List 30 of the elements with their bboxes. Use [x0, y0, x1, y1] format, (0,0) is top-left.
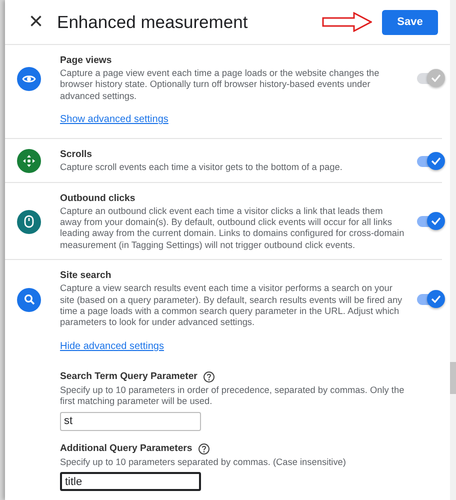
event-description: Capture an outbound click event each time a visitor clicks a link that leads them away from your domain(s). By default, outbound click events will occur for all links leading away from the current domain. Links to domains configured for cross-domain measurement (in Tagging Settings) will not trigger outbound click events. [60, 206, 405, 252]
search-icon [24, 294, 34, 306]
parameter-hint: Specify up to 10 parameters separated by commas. (Case insensitive) [60, 456, 347, 468]
parameter-label: Additional Query Parameters [60, 443, 192, 454]
mouse-icon [24, 215, 34, 228]
event-description: Capture scroll events each time a visitor gets to the bottom of a page. [60, 162, 344, 174]
help-icon[interactable] [203, 370, 216, 383]
check-icon [431, 217, 441, 226]
move-arrows-icon [23, 155, 35, 168]
parameter-hint: Specify up to 10 parameters in order of precedence, separated by commas. Only the first matching parameter will be used. [60, 384, 405, 408]
panel-title: Enhanced measurement [57, 12, 248, 32]
event-description: Capture a page view event each time a page loads or the website changes the browser history state. Optionally turn off browser history-based events under advanced settings. [60, 68, 380, 102]
save-button[interactable]: Save [382, 10, 438, 34]
close-button[interactable]: × [29, 10, 44, 34]
parameter-label: Search Term Query Parameter [60, 371, 198, 382]
check-icon [431, 156, 441, 165]
parameter-input[interactable]: st [60, 412, 201, 431]
event-title: Site search [60, 270, 112, 282]
eye-icon [22, 74, 36, 84]
check-icon [431, 295, 441, 304]
check-icon [431, 74, 441, 82]
scrollbar-thumb[interactable] [450, 362, 456, 394]
advanced-settings-link[interactable]: Hide advanced settings [60, 340, 164, 352]
event-title: Outbound clicks [60, 192, 136, 204]
help-icon[interactable] [198, 442, 210, 455]
event-title: Page views [60, 55, 113, 66]
event-title: Scrolls [60, 149, 93, 160]
annotation-arrow [322, 12, 372, 32]
parameter-input[interactable]: title [60, 472, 201, 492]
event-description: Capture a view search results event each time a visitor performs a search on your site (based on a query parameter). By default, search results events will be fired any time a page loads with a common search query parameter in the URL. Adjust which parameters to look for under advanced settings. [60, 283, 404, 329]
